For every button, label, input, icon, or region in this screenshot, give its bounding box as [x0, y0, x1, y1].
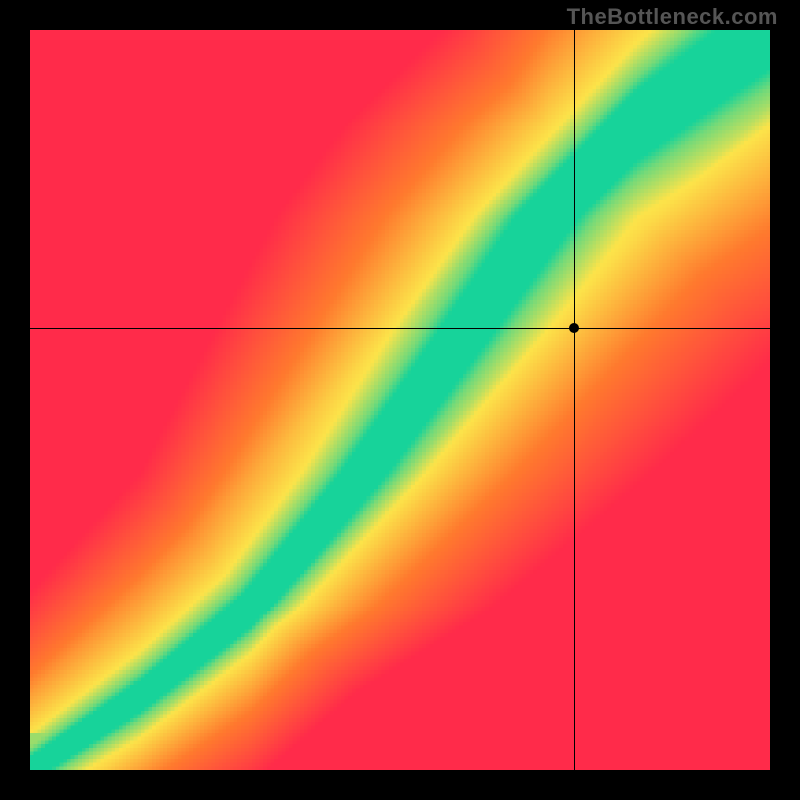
chart-frame: TheBottleneck.com: [0, 0, 800, 800]
bottleneck-heatmap: [30, 30, 770, 770]
watermark-text: TheBottleneck.com: [567, 4, 778, 30]
plot-area: [30, 30, 770, 770]
